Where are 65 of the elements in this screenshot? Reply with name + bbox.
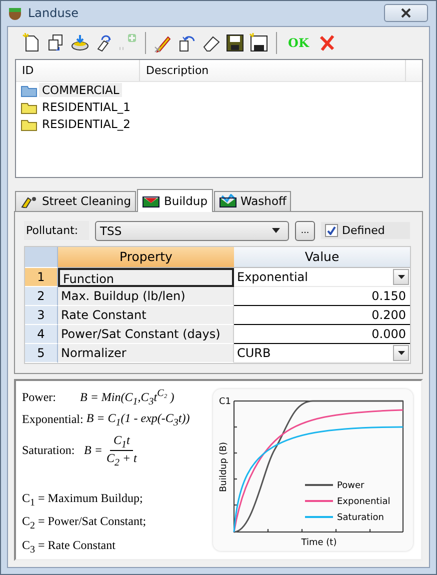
- dropdown-button[interactable]: [393, 344, 409, 361]
- dropdown-arrow-icon: [398, 274, 404, 279]
- list-item[interactable]: RESIDENTIAL_1: [39, 100, 134, 114]
- list-item[interactable]: RESIDENTIAL_2: [39, 117, 134, 132]
- column-header: Property: [58, 246, 234, 268]
- formula: B = Min(C$_{1}$,C$_{3}$t$^{C₂}$ ): [80, 388, 174, 408]
- window-title: Landuse: [28, 6, 80, 20]
- close-icon: [401, 8, 411, 18]
- field-label: Pollutant:: [24, 221, 89, 240]
- tray-arrow-icon: [70, 32, 90, 53]
- table-cell[interactable]: Exponential: [234, 268, 410, 287]
- definition-text: C$_{3}$ = Rate Constant: [22, 538, 116, 555]
- formula: B = C$_{1}$(1 - exp(-C$_{3}$t)): [86, 411, 190, 429]
- floppy-disk-button[interactable]: [225, 32, 245, 53]
- browse-button[interactable]: ...: [295, 220, 315, 241]
- table-cell: Function: [58, 268, 234, 287]
- table-cell[interactable]: CURB: [234, 344, 410, 363]
- tab[interactable]: Washoff: [214, 190, 292, 211]
- table-cell[interactable]: 0.000: [234, 324, 410, 344]
- fraction-numerator: C$_{1}$t: [110, 432, 133, 452]
- axis-title: Time (t): [301, 538, 337, 548]
- row-header: 2: [25, 286, 58, 306]
- list-item[interactable]: COMMERCIAL: [39, 83, 122, 98]
- tab[interactable]: Street Cleaning: [15, 190, 136, 211]
- column-header[interactable]: ID: [16, 60, 140, 81]
- dropdown-button[interactable]: [393, 268, 409, 285]
- definition-text: C$_{1}$ = Maximum Buildup;: [22, 490, 144, 508]
- equation-label: Exponential:: [22, 412, 84, 428]
- row-header: 5: [25, 344, 58, 363]
- row-header: 3: [25, 306, 58, 325]
- checkbox-label: Defined: [342, 224, 385, 238]
- grid-corner: [25, 246, 58, 268]
- legend-label: Power: [337, 480, 364, 491]
- equation-label: Power:: [22, 390, 57, 406]
- table-cell: Normalizer: [58, 344, 234, 363]
- pollutant-dropdown[interactable]: TSS: [95, 220, 289, 241]
- folder-icon: [21, 118, 37, 131]
- table-cell: Max. Buildup (lb/len): [58, 286, 234, 306]
- table-cell: Rate Constant: [58, 306, 234, 325]
- formula: B =: [84, 443, 102, 458]
- definition-text: C$_{2}$ = Power/Sat Constant;: [22, 514, 148, 532]
- tray-arrow-button[interactable]: [70, 32, 90, 53]
- column-header: Value: [234, 246, 410, 268]
- legend-label: Exponential: [337, 496, 390, 507]
- floppy-disk-button[interactable]: [249, 32, 269, 53]
- app-icon: [7, 5, 23, 22]
- axis-tick-label: C1: [219, 396, 232, 407]
- checkbox[interactable]: [325, 224, 338, 238]
- axis-title: Buildup (B): [219, 442, 229, 492]
- legend-label: Saturation: [337, 512, 384, 523]
- table-cell[interactable]: 0.200: [234, 306, 410, 325]
- dropdown-arrow-icon: [398, 350, 404, 355]
- column-header[interactable]: Description: [140, 60, 406, 81]
- row-header: 1: [25, 268, 58, 287]
- folder-icon: [21, 100, 37, 114]
- close-button[interactable]: [384, 4, 428, 22]
- row-header: 4: [25, 324, 58, 344]
- table-cell: Power/Sat Constant (days): [58, 324, 234, 344]
- check-icon: [327, 226, 336, 236]
- fraction-denominator: C$_{2}$ + t: [106, 451, 137, 469]
- plus-icon: [118, 32, 138, 53]
- tab[interactable]: Buildup: [137, 188, 212, 212]
- equation-label: Saturation:: [22, 443, 76, 458]
- table-cell[interactable]: 0.150: [234, 286, 410, 306]
- dropdown-arrow-icon: [272, 228, 280, 234]
